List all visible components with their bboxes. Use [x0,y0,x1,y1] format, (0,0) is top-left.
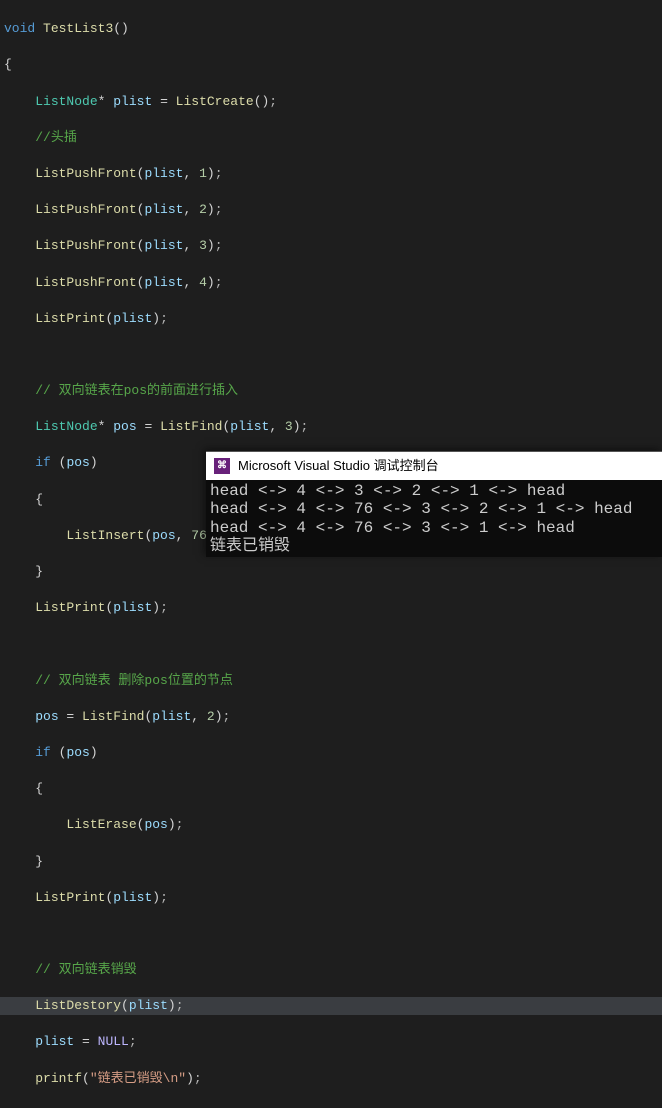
code-line: ListPrint(plist); [0,599,662,617]
code-line: if (pos) [0,744,662,762]
code-line: ListErase(pos); [0,816,662,834]
code-line: ListPrint(plist); [0,310,662,328]
console-line: head <-> 4 <-> 76 <-> 3 <-> 2 <-> 1 <-> … [210,500,658,518]
code-line: { [0,780,662,798]
code-line: } [0,853,662,871]
code-line: ListNode* plist = ListCreate(); [0,93,662,111]
code-line: ListPrint(plist); [0,889,662,907]
console-titlebar[interactable]: ⌘ Microsoft Visual Studio 调试控制台 [206,452,662,480]
code-line: ListPushFront(plist, 4); [0,274,662,292]
code-line: plist = NULL; [0,1033,662,1051]
vs-icon: ⌘ [214,458,230,474]
console-output[interactable]: head <-> 4 <-> 3 <-> 2 <-> 1 <-> head he… [206,480,662,558]
code-line [0,925,662,943]
code-line: pos = ListFind(plist, 2); [0,708,662,726]
code-line [0,635,662,653]
code-line: ListPushFront(plist, 3); [0,237,662,255]
console-line: head <-> 4 <-> 76 <-> 3 <-> 1 <-> head [210,519,658,537]
console-title-text: Microsoft Visual Studio 调试控制台 [238,457,439,475]
code-line [0,346,662,364]
code-line: { [0,56,662,74]
code-line: // 双向链表在pos的前面进行插入 [0,382,662,400]
code-line: ListNode* pos = ListFind(plist, 3); [0,418,662,436]
code-line: void TestList3() [0,20,662,38]
console-line: head <-> 4 <-> 3 <-> 2 <-> 1 <-> head [210,482,658,500]
code-line: ListPushFront(plist, 1); [0,165,662,183]
code-line: //头插 [0,129,662,147]
code-line: } [0,563,662,581]
code-line: printf("链表已销毁\n"); [0,1070,662,1088]
code-line-active: ListDestory(plist); [0,997,662,1015]
code-line: // 双向链表销毁 [0,961,662,979]
debug-console-window[interactable]: ⌘ Microsoft Visual Studio 调试控制台 head <->… [206,451,662,557]
code-line: ListPushFront(plist, 2); [0,201,662,219]
code-line: // 双向链表 删除pos位置的节点 [0,672,662,690]
console-line: 链表已销毁 [210,537,658,555]
